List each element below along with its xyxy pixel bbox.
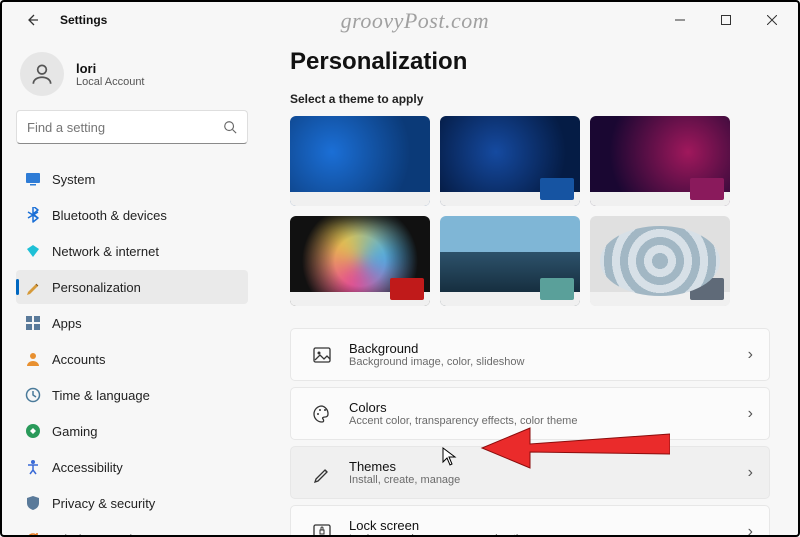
- chevron-right-icon: ›: [748, 464, 753, 482]
- row-title: Background: [349, 341, 748, 356]
- search-icon: [223, 120, 237, 134]
- sidebar-item-label: Bluetooth & devices: [52, 208, 167, 223]
- theme-option-6[interactable]: [590, 216, 730, 306]
- search-input[interactable]: [27, 120, 223, 135]
- row-colors[interactable]: Colors Accent color, transparency effect…: [290, 387, 770, 440]
- lockscreen-icon: [307, 522, 337, 536]
- maximize-icon: [721, 15, 731, 25]
- network-icon: [24, 242, 42, 260]
- gaming-icon: [24, 422, 42, 440]
- sidebar-item-personalization[interactable]: Personalization: [16, 270, 248, 304]
- settings-list: Background Background image, color, slid…: [290, 328, 770, 535]
- search-box[interactable]: [16, 110, 248, 144]
- sidebar-item-privacy[interactable]: Privacy & security: [16, 486, 248, 520]
- theme-option-2[interactable]: [440, 116, 580, 206]
- close-button[interactable]: [750, 4, 794, 36]
- system-icon: [24, 170, 42, 188]
- sidebar-item-accounts[interactable]: Accounts: [16, 342, 248, 376]
- sidebar-item-label: Gaming: [52, 424, 98, 439]
- theme-option-3[interactable]: [590, 116, 730, 206]
- row-lockscreen[interactable]: Lock screen Lock screen images, apps, an…: [290, 505, 770, 535]
- sidebar-item-label: Time & language: [52, 388, 150, 403]
- maximize-button[interactable]: [704, 4, 748, 36]
- close-icon: [767, 15, 777, 25]
- sidebar-item-accessibility[interactable]: Accessibility: [16, 450, 248, 484]
- arrow-left-icon: [24, 12, 40, 28]
- shield-icon: [24, 494, 42, 512]
- avatar: [20, 52, 64, 96]
- sidebar-item-apps[interactable]: Apps: [16, 306, 248, 340]
- sidebar: lori Local Account System Bluetooth & de…: [2, 38, 262, 535]
- theme-grid: [290, 116, 770, 306]
- row-desc: Lock screen images, apps, animations: [349, 533, 748, 535]
- sidebar-item-time[interactable]: Time & language: [16, 378, 248, 412]
- palette-icon: [307, 404, 337, 424]
- minimize-icon: [675, 15, 685, 25]
- brush-icon: [307, 463, 337, 483]
- chevron-right-icon: ›: [748, 523, 753, 536]
- person-icon: [29, 61, 55, 87]
- back-button[interactable]: [16, 4, 48, 36]
- bluetooth-icon: [24, 206, 42, 224]
- sidebar-item-network[interactable]: Network & internet: [16, 234, 248, 268]
- image-icon: [307, 345, 337, 365]
- chevron-right-icon: ›: [748, 346, 753, 364]
- row-themes[interactable]: Themes Install, create, manage ›: [290, 446, 770, 499]
- row-title: Lock screen: [349, 518, 748, 533]
- row-title: Themes: [349, 459, 748, 474]
- content: lori Local Account System Bluetooth & de…: [2, 38, 798, 535]
- sidebar-item-label: Personalization: [52, 280, 141, 295]
- row-desc: Install, create, manage: [349, 474, 748, 486]
- row-desc: Accent color, transparency effects, colo…: [349, 415, 748, 427]
- theme-option-1[interactable]: [290, 116, 430, 206]
- settings-window: Settings groovyPost.com lori Local Accou…: [0, 0, 800, 537]
- theme-option-5[interactable]: [440, 216, 580, 306]
- app-title: Settings: [60, 13, 107, 27]
- sidebar-item-label: System: [52, 172, 95, 187]
- sidebar-item-bluetooth[interactable]: Bluetooth & devices: [16, 198, 248, 232]
- page-title: Personalization: [290, 48, 770, 76]
- sidebar-item-label: Accessibility: [52, 460, 123, 475]
- sidebar-item-label: Network & internet: [52, 244, 159, 259]
- minimize-button[interactable]: [658, 4, 702, 36]
- window-controls: [658, 4, 794, 36]
- accessibility-icon: [24, 458, 42, 476]
- main-panel: Personalization Select a theme to apply …: [262, 38, 798, 535]
- theme-option-4[interactable]: [290, 216, 430, 306]
- clock-icon: [24, 386, 42, 404]
- accounts-icon: [24, 350, 42, 368]
- sidebar-item-label: Privacy & security: [52, 496, 155, 511]
- theme-section-label: Select a theme to apply: [290, 92, 770, 106]
- user-info[interactable]: lori Local Account: [16, 48, 248, 110]
- sidebar-item-label: Windows Update: [52, 532, 150, 536]
- user-name: lori: [76, 61, 145, 76]
- sidebar-item-system[interactable]: System: [16, 162, 248, 196]
- titlebar: Settings: [2, 2, 798, 38]
- chevron-right-icon: ›: [748, 405, 753, 423]
- personalization-icon: [24, 278, 42, 296]
- sidebar-item-label: Apps: [52, 316, 82, 331]
- sidebar-item-gaming[interactable]: Gaming: [16, 414, 248, 448]
- row-background[interactable]: Background Background image, color, slid…: [290, 328, 770, 381]
- sidebar-item-update[interactable]: Windows Update: [16, 522, 248, 535]
- apps-icon: [24, 314, 42, 332]
- row-desc: Background image, color, slideshow: [349, 356, 748, 368]
- row-title: Colors: [349, 400, 748, 415]
- user-type: Local Account: [76, 76, 145, 88]
- sidebar-item-label: Accounts: [52, 352, 105, 367]
- update-icon: [24, 530, 42, 535]
